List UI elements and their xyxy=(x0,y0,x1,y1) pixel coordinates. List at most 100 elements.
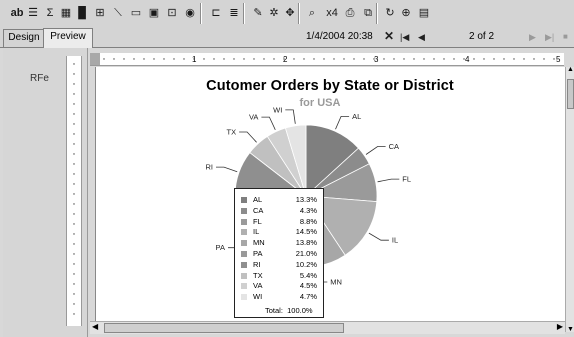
side-panel-label: RFe xyxy=(30,73,49,84)
legend-swatch xyxy=(241,240,247,247)
legend-swatch xyxy=(241,251,247,257)
ruler-tick xyxy=(73,293,75,295)
legend-label: WI xyxy=(253,292,263,302)
scroll-right-icon[interactable]: ▶ xyxy=(557,322,563,331)
report-timestamp: 1/4/2004 20:38 xyxy=(306,31,373,42)
stop-button[interactable]: ■ xyxy=(563,30,568,44)
ruler-tick xyxy=(343,58,345,60)
horizontal-scroll-thumb[interactable] xyxy=(104,323,344,333)
horizontal-scrollbar[interactable]: ◀ ▶ xyxy=(90,321,565,334)
ruler-number: 1 xyxy=(192,55,197,64)
tab-design[interactable]: Design xyxy=(3,29,45,47)
vertical-scroll-thumb[interactable] xyxy=(567,79,574,109)
tab-divider xyxy=(92,28,93,47)
legend-value: 4.3% xyxy=(299,205,317,215)
legend-total-value: 100.0% xyxy=(287,306,313,315)
legend-value: 13.3% xyxy=(295,195,317,204)
legend-label: TX xyxy=(253,270,263,280)
legend-item: MN 13.8% xyxy=(239,238,321,248)
refresh-icon[interactable]: ↻ xyxy=(382,4,398,22)
textbox-tool-button[interactable]: ab xyxy=(8,4,26,22)
ruler-tick xyxy=(213,58,215,60)
globe-icon[interactable]: ◉ xyxy=(182,4,198,22)
legend-item: TX 5.4% xyxy=(239,271,321,281)
chart-legend: Total: 100.0% AL 13.3% CA 4.3% FL 8.8% IL 14.5%… xyxy=(234,188,324,318)
ruler-tick xyxy=(403,58,405,60)
properties-icon[interactable]: ✥ xyxy=(282,4,298,22)
ruler-tick xyxy=(73,83,75,85)
list-icon[interactable]: ☰ xyxy=(25,4,41,22)
ruler-tick xyxy=(73,113,75,115)
legend-item: AL 13.3% xyxy=(239,195,321,205)
bar-chart-icon[interactable]: ▐▌ xyxy=(74,4,90,22)
vertical-scrollbar[interactable]: ▲ ▼ xyxy=(565,66,574,333)
ruler-tick xyxy=(353,58,355,60)
ruler-tick xyxy=(73,143,75,145)
line-icon[interactable]: ⟍ xyxy=(110,4,126,22)
subreport-icon[interactable]: ⊡ xyxy=(164,4,180,22)
layout-icon[interactable]: ▤ xyxy=(416,4,432,22)
align-icon[interactable]: ≣ xyxy=(226,4,242,22)
find-icon[interactable]: ⌕ xyxy=(304,4,320,22)
ruler-tick xyxy=(73,253,75,255)
ruler-tick xyxy=(523,58,525,60)
scroll-up-icon[interactable]: ▲ xyxy=(567,66,574,73)
legend-value: 8.8% xyxy=(299,216,317,226)
ruler-tick xyxy=(333,58,335,60)
next-page-button[interactable]: ▶ xyxy=(529,30,536,44)
ruler-tick xyxy=(73,263,75,265)
ruler-number: 3 xyxy=(374,55,379,64)
legend-item: CA 4.3% xyxy=(239,206,321,216)
close-icon[interactable]: ✕ xyxy=(384,29,394,43)
ruler-tick xyxy=(393,58,395,60)
toolbar-separator xyxy=(243,3,245,24)
brush-icon[interactable]: ✎ xyxy=(250,4,266,22)
scroll-down-icon[interactable]: ▼ xyxy=(567,326,574,333)
ruler-tick xyxy=(73,203,75,205)
horizontal-ruler: 1 2 3 4 5 xyxy=(90,53,564,66)
zoom-icon[interactable]: ⊕ xyxy=(398,4,414,22)
page-indicator: 2 of 2 xyxy=(469,31,495,42)
table-icon[interactable]: ▦ xyxy=(58,4,74,22)
legend-item: VA 4.5% xyxy=(239,281,321,291)
chart-title: Cutomer Orders by State or District xyxy=(206,78,454,94)
ruler-tick xyxy=(423,58,425,60)
ruler-tick xyxy=(203,58,205,60)
ruler-tick xyxy=(233,58,235,60)
previous-page-button[interactable]: ◀ xyxy=(418,30,425,44)
legend-swatch xyxy=(241,207,247,214)
chart-subtitle: for USA xyxy=(299,97,341,109)
ruler-tick xyxy=(293,58,295,60)
ruler-tick xyxy=(553,58,555,60)
matrix-icon[interactable]: ⊞ xyxy=(92,4,108,22)
last-page-button[interactable]: ▶| xyxy=(545,30,554,44)
legend-swatch xyxy=(241,261,247,268)
scroll-left-icon[interactable]: ◀ xyxy=(92,322,98,331)
ruler-tick xyxy=(243,58,245,60)
preview-icon[interactable]: ⧉ xyxy=(360,4,376,22)
palette-icon[interactable]: ✲ xyxy=(266,4,282,22)
ruler-tick xyxy=(73,223,75,225)
ruler-tick xyxy=(73,153,75,155)
ruler-tick xyxy=(513,58,515,60)
ruler-tick xyxy=(113,58,115,60)
legend-value: 13.8% xyxy=(295,238,317,248)
ruler-tick xyxy=(413,58,415,60)
ruler-number: 2 xyxy=(283,55,288,64)
sigma-icon[interactable]: Σ xyxy=(42,4,58,22)
export-icon[interactable]: x4 xyxy=(324,4,340,22)
ruler-tick xyxy=(473,58,475,60)
legend-value: 5.4% xyxy=(299,270,317,280)
ruler-tick xyxy=(73,123,75,125)
group-icon[interactable]: ⊏ xyxy=(208,4,224,22)
ruler-tick xyxy=(253,58,255,60)
first-page-button[interactable]: |◀ xyxy=(400,30,409,44)
rectangle-icon[interactable]: ▭ xyxy=(128,4,144,22)
image-icon[interactable]: ▣ xyxy=(146,4,162,22)
legend-swatch xyxy=(241,218,247,225)
ruler-tick xyxy=(73,273,75,275)
ruler-tick xyxy=(433,58,435,60)
tab-preview[interactable]: Preview xyxy=(43,28,93,48)
ruler-tick xyxy=(323,58,325,60)
print-icon[interactable]: ⎙ xyxy=(342,4,358,22)
